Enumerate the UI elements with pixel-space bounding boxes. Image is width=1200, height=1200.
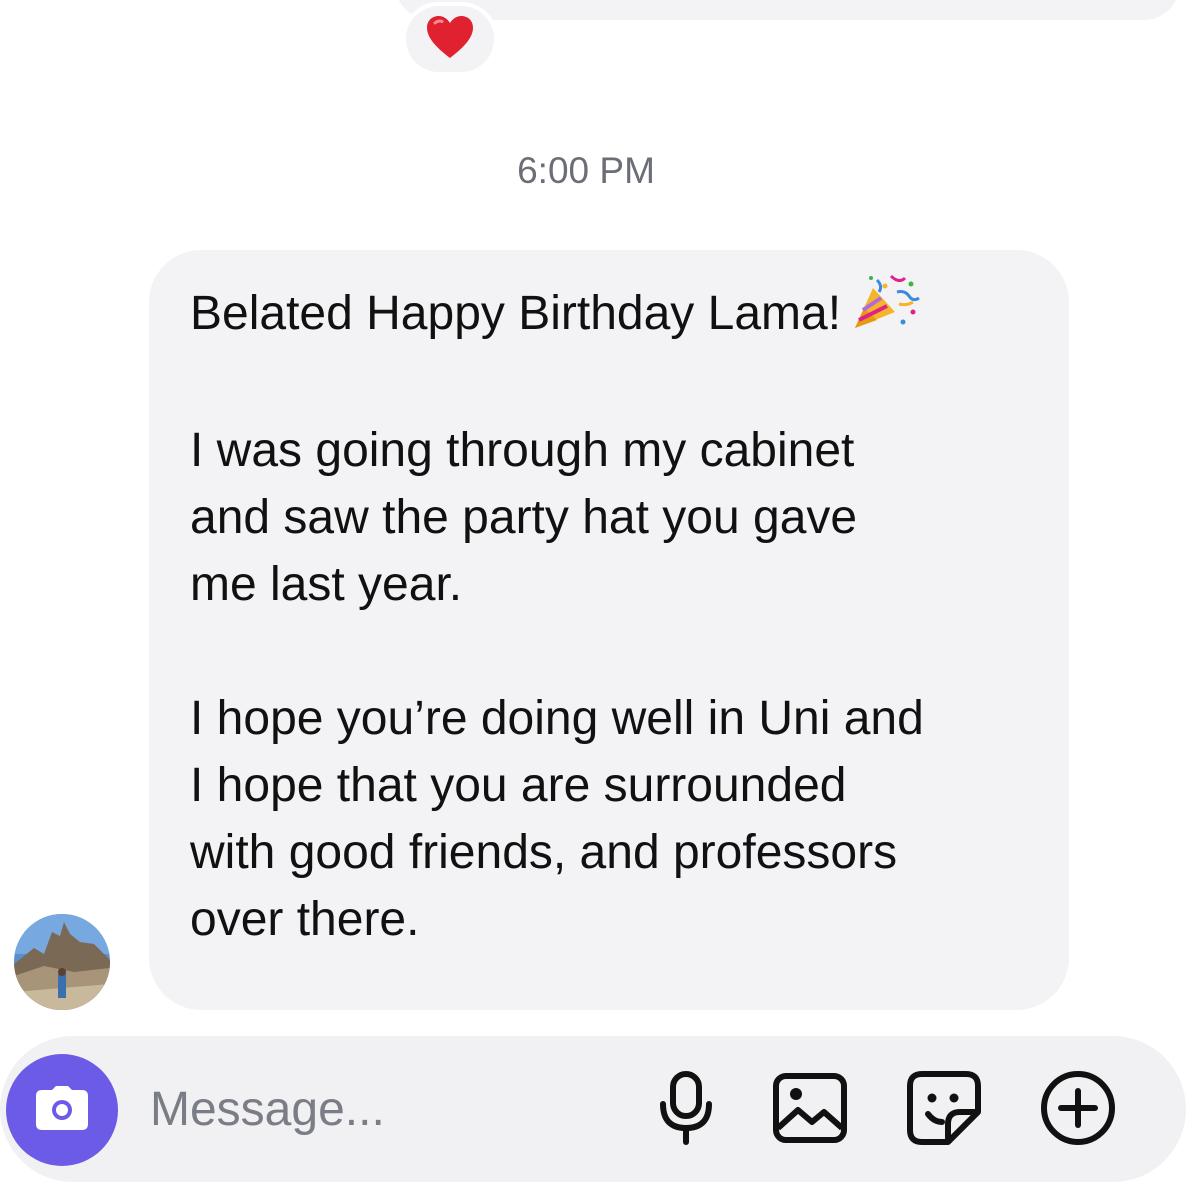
gallery-icon (772, 1072, 848, 1149)
microphone-icon (656, 1070, 716, 1151)
camera-icon (34, 1084, 90, 1137)
message-input[interactable] (150, 1074, 610, 1144)
plus-circle-icon (1039, 1069, 1117, 1152)
camera-button[interactable] (6, 1054, 118, 1166)
message-timestamp: 6:00 PM (517, 150, 655, 191)
party-popper-icon (851, 272, 923, 350)
gallery-button[interactable] (770, 1070, 850, 1150)
add-button[interactable] (1038, 1070, 1118, 1150)
reaction-badge[interactable] (402, 2, 498, 76)
message-paragraph: I hope you’re doing well in Uni and I ho… (190, 692, 924, 947)
message-paragraph: I was going through my cabinet and saw t… (190, 424, 858, 612)
previous-message-bubble[interactable] (395, 0, 1180, 20)
heart-icon (425, 14, 475, 65)
message-text: Belated Happy Birthday Lama! (190, 287, 842, 340)
avatar[interactable] (14, 914, 110, 1010)
message-paragraph: Belated Happy Birthday Lama! (190, 275, 1029, 350)
microphone-button[interactable] (646, 1070, 726, 1150)
sticker-button[interactable] (904, 1070, 984, 1150)
message-bubble[interactable]: Belated Happy Birthday Lama! I was going… (149, 250, 1069, 1010)
sticker-icon (906, 1070, 982, 1151)
